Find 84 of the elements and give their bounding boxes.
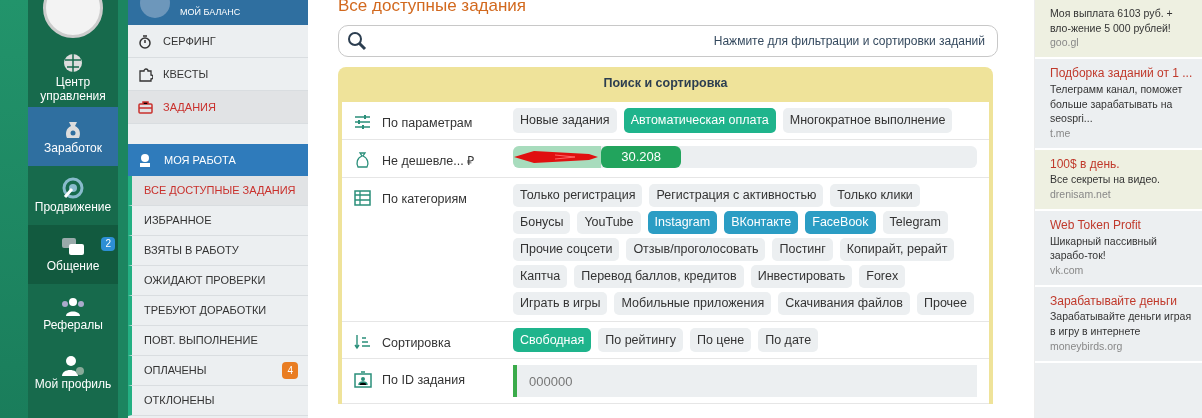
menu-item[interactable]: ЗАДАНИЯ [128,91,308,124]
sliders-icon [354,114,372,132]
nav-item[interactable]: Заработок [28,107,118,166]
count-badge: 4 [282,362,298,379]
ad-domain: goo.gl [1050,35,1080,51]
row-label: Не дешевле... ₽ [382,152,475,170]
filter-chip[interactable]: Каптча [513,264,568,288]
menu-item[interactable]: ВЗЯТЫ В РАБОТУ [128,236,308,266]
page-title: Все доступные задания [338,0,528,17]
filter-chip[interactable]: Копирайт, рерайт [839,237,955,261]
menu-item[interactable]: ОТКЛОНЕНЫ [128,386,308,416]
menu-item[interactable]: ИЗБРАННОЕ [128,206,308,236]
nav-item[interactable]: Рефералы [28,284,118,343]
filter-chip[interactable]: Только регистрация [513,183,643,207]
money-bag-icon [354,151,372,169]
row-label: По ID задания [382,372,465,390]
task-id-field[interactable]: 000000 [513,365,977,398]
filter-chip[interactable]: По дате [758,327,819,353]
sort-icon [354,333,372,351]
menu-item[interactable]: ВСЕ ДОСТУПНЫЕ ЗАДАНИЯ [128,176,308,206]
filter-chip[interactable]: Отзыв/проголосовать [626,237,766,261]
filter-chip[interactable]: Новые задания [513,108,617,133]
filter-chip[interactable]: Перевод баллов, кредитов [574,264,744,288]
search-icon [347,31,367,52]
stopwatch-icon [138,33,153,49]
filter-chip[interactable]: По рейтингу [598,327,683,353]
nav-item[interactable]: Общение 2 [28,225,118,284]
row-label: Сортировка [382,334,451,352]
filter-chip[interactable]: YouTube [577,210,641,234]
ad-title[interactable]: Зарабатывайте деньги [1050,292,1194,310]
filter-chip[interactable]: Бонусы [513,210,571,234]
filter-chip[interactable]: Прочее [916,291,974,315]
filter-chip[interactable]: Forex [859,264,906,288]
filter-chip[interactable]: Регистрация с активностью [649,183,824,207]
puzzle-icon [138,66,153,82]
row-label: По категориям [382,190,467,208]
ad-text: Моя выплата 6103 руб. + вло-жение 5 000 рублей! [1050,7,1173,34]
balance-label: МОЙ БАЛАНС [180,5,241,19]
row-label: По параметрам [382,115,473,133]
table-icon [354,189,372,207]
filter-search-bar[interactable]: Нажмите для фильтрации и сортировки заданий [338,25,998,58]
filter-chip[interactable]: Играть в игры [513,291,608,315]
menu-item[interactable]: ПОВТ. ВЫПОЛНЕНИЕ [128,326,308,356]
ad-domain: drenisam.net [1050,187,1112,202]
ad-block[interactable]: 100$ в день. Все секреты на видео. drenisam.net [1035,149,1202,211]
filter-chip[interactable]: Только клики [830,183,920,207]
count-badge: 2 [101,237,115,251]
ad-domain: vk.com [1050,262,1085,278]
ad-block[interactable]: Web Token Profit Шикарный пассивный зарабо-ток! vk.com [1035,210,1202,287]
nav-item[interactable]: Центр управления [28,48,118,107]
briefcase-icon [138,99,153,115]
globe-icon [61,51,85,75]
nav-item[interactable]: Продвижение [28,166,118,225]
ad-block[interactable]: Моя выплата 6103 руб. + вло-жение 5 000 рублей! goo.gl [1035,0,1202,60]
ad-text: Шикарный пассивный зарабо-ток! [1050,234,1157,262]
target-icon [61,176,85,200]
ad-text: Телеграмм канал, поможет больше зарабатывать на seospri... [1050,82,1183,125]
ad-title[interactable]: Подборка заданий от 1 ... [1050,65,1194,82]
filter-chip[interactable]: Скачивания файлов [778,291,910,315]
filter-chip[interactable]: Многократное выполнение [782,108,953,133]
id-card-icon [354,371,372,389]
filter-chip[interactable]: По цене [689,327,752,353]
ad-title[interactable]: 100$ в день. [1050,155,1194,173]
menu-item[interactable]: СЕРФИНГ [128,25,308,58]
filter-chip[interactable]: Инвестировать [750,264,853,288]
nav-item[interactable]: Мой профиль [28,343,118,402]
ad-title[interactable]: Web Token Profit [1050,216,1194,234]
worker-icon [138,152,152,168]
ad-domain: moneybirds.org [1050,338,1124,354]
filter-chip[interactable]: Постинг [772,237,833,261]
balance-bar[interactable]: МОЙ БАЛАНС [128,0,308,25]
ad-text: Все секреты на видео. [1050,173,1161,186]
filter-chip[interactable]: Прочие соцсети [513,237,620,261]
menu-item[interactable]: ТРЕБУЮТ ДОРАБОТКИ [128,296,308,326]
ad-text: Зарабатывайте деньги играя в игру в интернете [1050,310,1192,338]
panel-title: Поиск и сортировка [342,71,989,103]
menu-item[interactable]: ОПЛАЧЕНЫ 4 [128,356,308,386]
ad-block[interactable]: Зарабатывайте деньги Зарабатывайте деньги играя в игру в интернете moneybirds.org [1035,286,1202,363]
ad-domain: t.me [1050,125,1072,141]
menu-item[interactable]: ОЖИДАЮТ ПРОВЕРКИ [128,266,308,296]
user-gear-icon [61,353,85,377]
filter-chip[interactable]: Telegram [882,210,948,234]
section-title: МОЯ РАБОТА [164,152,236,168]
filter-chip[interactable]: Мобильные приложения [614,291,772,315]
